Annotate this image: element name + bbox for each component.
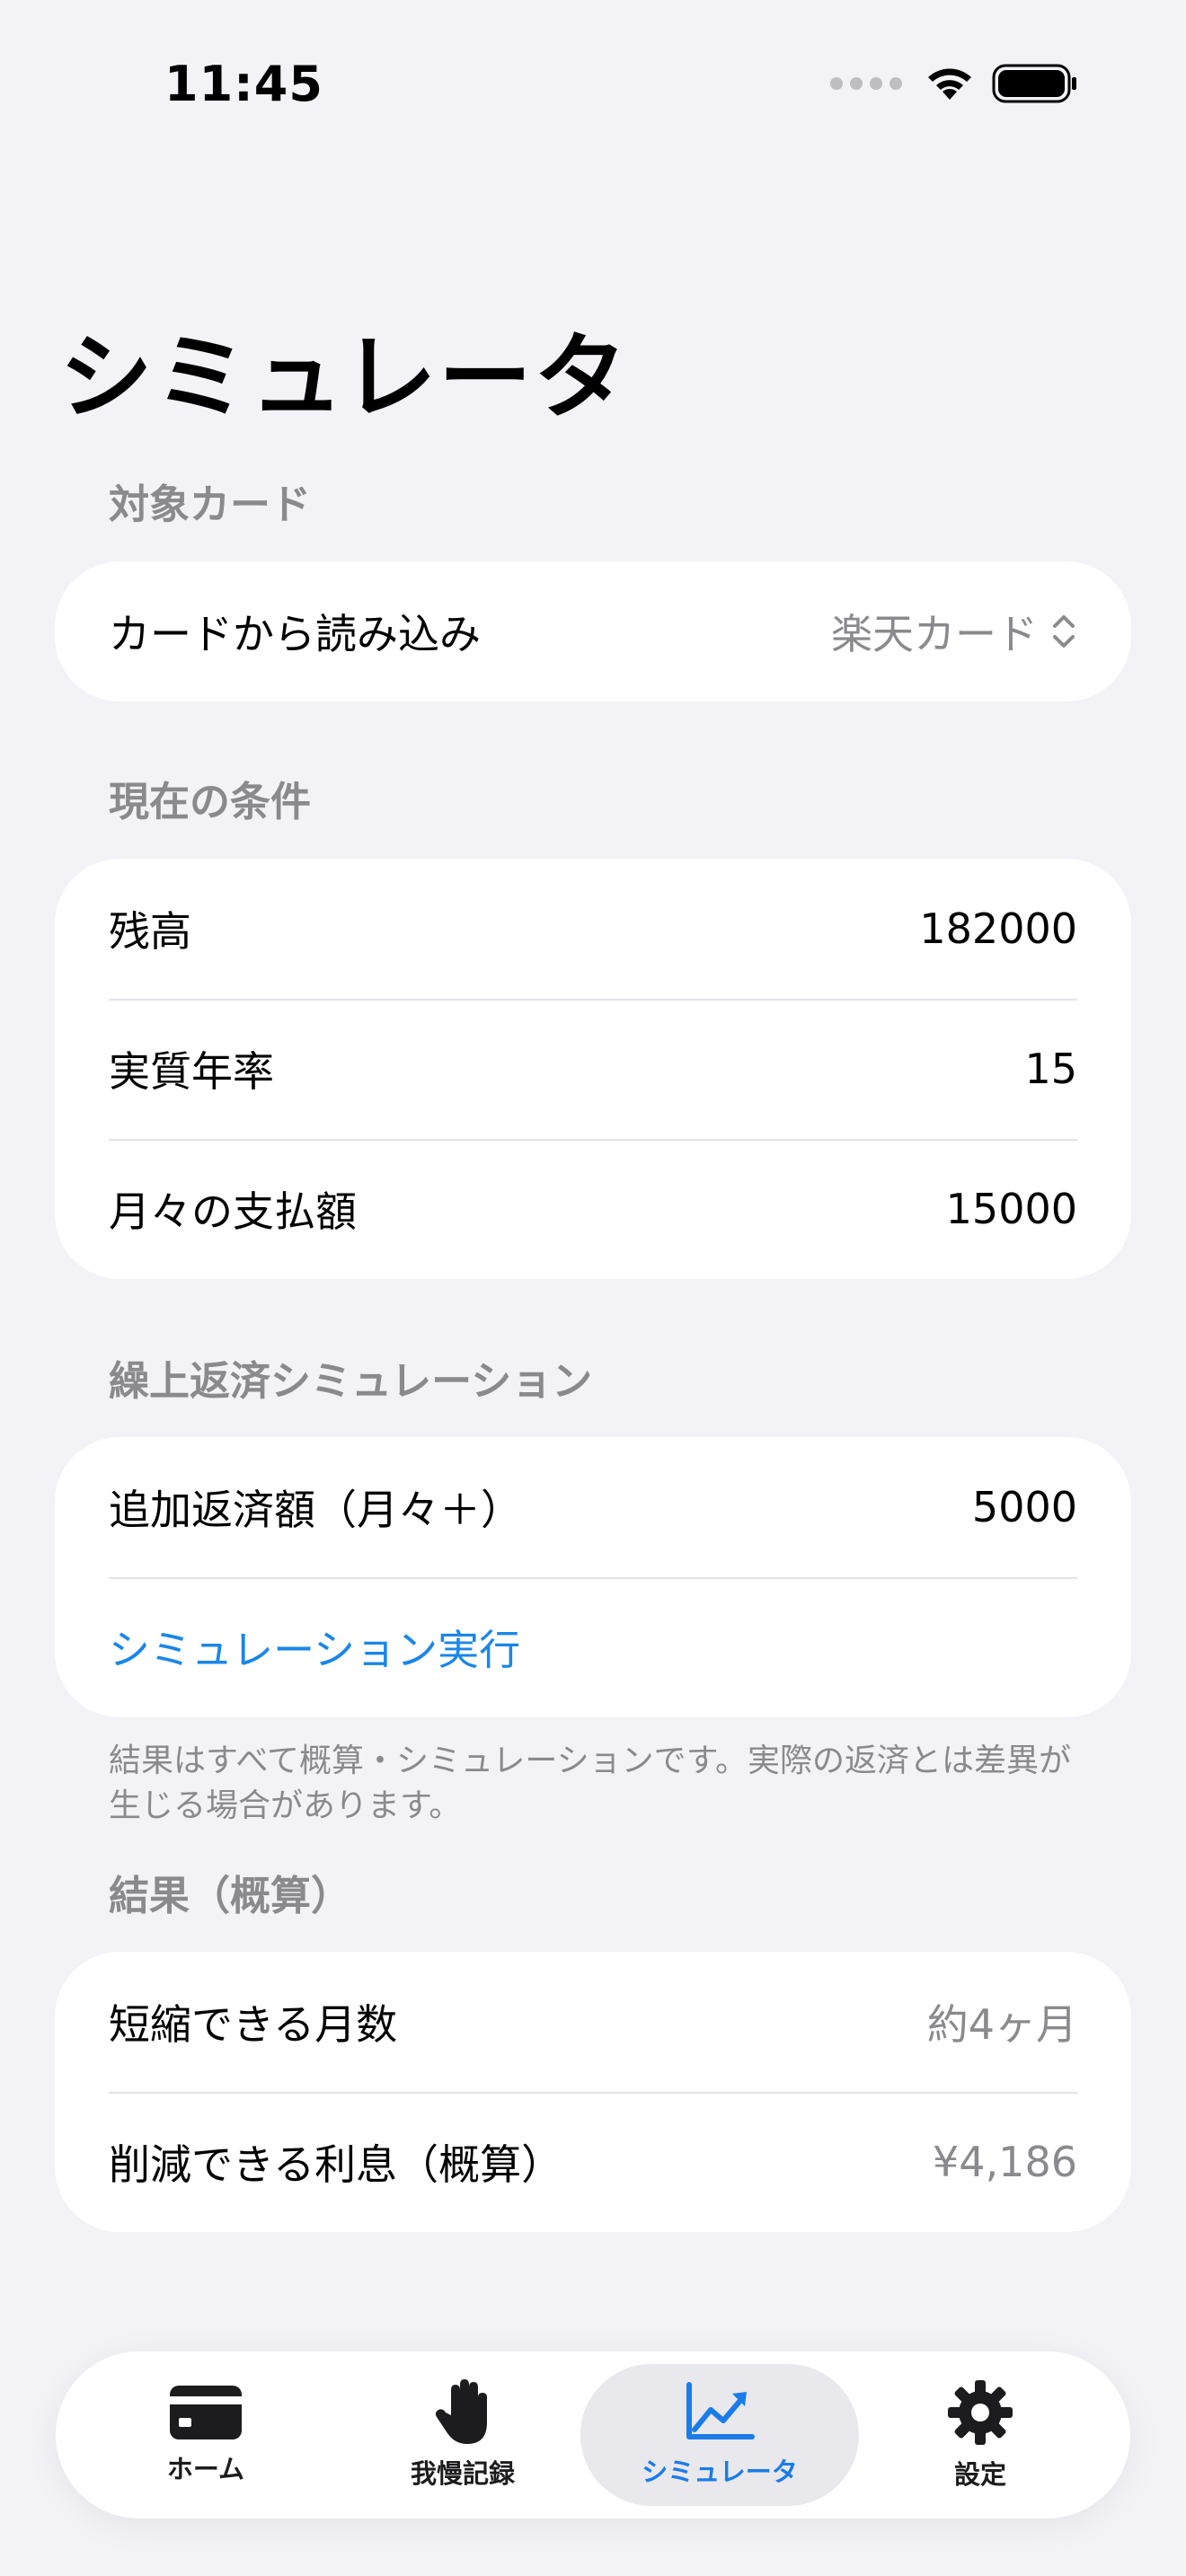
tab-label-settings: 設定 — [953, 2459, 1006, 2490]
tab-label-endurance-log: 我慢記録 — [410, 2458, 515, 2489]
balance-row[interactable]: 残高 182000 — [55, 859, 1131, 999]
interest-saved-label: 削減できる利息（概算） — [109, 2140, 563, 2189]
run-simulation-row[interactable]: シミュレーション実行 — [55, 1577, 1131, 1717]
tab-label-simulator: シミュレータ — [642, 2457, 798, 2487]
credit-card-icon — [170, 2386, 242, 2439]
target-card-group: カードから読み込み 楽天カード — [55, 561, 1131, 701]
status-time: 11:45 — [164, 56, 323, 112]
section-header-result: 結果（概算） — [109, 1872, 352, 1919]
extra-payment-row[interactable]: 追加返済額（月々＋） 5000 — [55, 1437, 1131, 1577]
card-picker-label: カードから読み込み — [109, 610, 481, 658]
monthly-payment-row[interactable]: 月々の支払額 15000 — [55, 1139, 1131, 1279]
tab-settings[interactable]: 設定 — [841, 2364, 1120, 2506]
tab-simulator[interactable]: シミュレータ — [580, 2364, 859, 2506]
monthly-payment-label: 月々の支払額 — [109, 1187, 357, 1236]
months-saved-value: 約4ヶ月 — [926, 2000, 1077, 2049]
monthly-payment-field[interactable]: 15000 — [946, 1185, 1077, 1233]
extra-payment-field[interactable]: 5000 — [972, 1483, 1077, 1531]
disclaimer-note: 結果はすべて概算・シミュレーションです。実際の返済とは差異が生じる場合があります… — [109, 1742, 1072, 1824]
status-bar: 11:45 — [0, 0, 1186, 180]
tab-endurance-log[interactable]: 我慢記録 — [323, 2364, 602, 2506]
chevron-up-down-icon — [1053, 615, 1075, 648]
tab-bar: ホーム 我慢記録 シミュレータ 設定 — [56, 2351, 1130, 2519]
extra-payment-label: 追加返済額（月々＋） — [109, 1486, 522, 1534]
page-title: シミュレータ — [59, 322, 629, 432]
hand-icon — [435, 2379, 487, 2444]
gear-icon — [948, 2380, 1013, 2445]
apr-label: 実質年率 — [109, 1047, 274, 1096]
tab-label-home: ホーム — [166, 2454, 245, 2484]
card-picker-value: 楽天カード — [831, 610, 1038, 658]
run-simulation-button[interactable]: シミュレーション実行 — [109, 1618, 520, 1677]
section-header-current: 現在の条件 — [109, 778, 312, 825]
apr-row[interactable]: 実質年率 15 — [55, 999, 1131, 1139]
months-saved-row: 短縮できる月数 約4ヶ月 — [55, 1952, 1131, 2092]
months-saved-label: 短縮できる月数 — [109, 2000, 398, 2049]
card-picker[interactable]: 楽天カード — [831, 602, 1077, 661]
card-picker-row[interactable]: カードから読み込み 楽天カード — [55, 561, 1131, 701]
section-header-prepayment: 繰上返済シミュレーション — [109, 1357, 593, 1405]
chart-line-icon — [686, 2382, 755, 2439]
current-conditions-group: 残高 182000 実質年率 15 月々の支払額 15000 — [55, 859, 1131, 1279]
balance-label: 残高 — [109, 907, 191, 956]
battery-icon — [992, 64, 1076, 103]
tab-home[interactable]: ホーム — [66, 2364, 345, 2506]
section-header-target-card: 対象カード — [109, 481, 312, 528]
wifi-icon — [928, 68, 971, 100]
interest-saved-value: ¥4,186 — [933, 2138, 1077, 2186]
interest-saved-row: 削減できる利息（概算） ¥4,186 — [55, 2092, 1131, 2232]
result-group: 短縮できる月数 約4ヶ月 削減できる利息（概算） ¥4,186 — [55, 1952, 1131, 2232]
prepayment-group: 追加返済額（月々＋） 5000 シミュレーション実行 — [55, 1437, 1131, 1717]
balance-field[interactable]: 182000 — [919, 904, 1077, 953]
apr-field[interactable]: 15 — [1024, 1045, 1077, 1093]
status-icons — [830, 63, 1078, 104]
cellular-signal-icon — [830, 77, 902, 90]
